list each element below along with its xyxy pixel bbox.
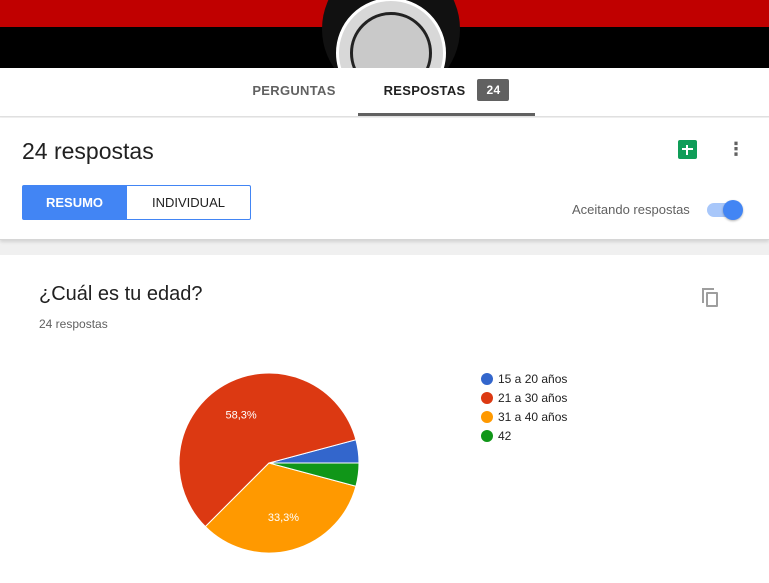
legend-swatch — [481, 430, 493, 442]
question-card: ¿Cuál es tu edad? 24 respostas 58,3% 33,3… — [0, 255, 769, 583]
header-banner — [0, 0, 769, 68]
pie-label-31-a-40-a-os: 33,3% — [268, 512, 299, 524]
resumo-button[interactable]: RESUMO — [22, 185, 127, 220]
age-pie-chart: 58,3% 33,3% — [178, 372, 360, 554]
question-title: ¿Cuál es tu edad? — [39, 283, 203, 305]
responses-summary-panel: 24 respostas ⋮ RESUMO INDIVIDUAL Aceitan… — [0, 118, 769, 240]
tab-perguntas[interactable]: PERGUNTAS — [230, 68, 358, 116]
more-options-icon[interactable]: ⋮ — [726, 138, 746, 160]
accepting-responses-toggle[interactable] — [707, 200, 745, 220]
toggle-knob[interactable] — [723, 200, 743, 220]
legend-label: 21 a 30 años — [498, 391, 568, 405]
sheets-icon[interactable] — [678, 140, 697, 159]
tab-perguntas-label: PERGUNTAS — [252, 83, 336, 98]
pie-label-21-a-30-a-os: 58,3% — [225, 410, 256, 422]
tab-respostas-label: RESPOSTAS — [383, 83, 466, 98]
accepting-responses-label: Aceitando respostas — [572, 202, 690, 217]
legend-swatch — [481, 411, 493, 423]
legend-label: 42 — [498, 429, 512, 443]
respostas-count-badge: 24 — [477, 78, 510, 101]
tab-bar: PERGUNTAS RESPOSTAS 24 — [0, 68, 769, 117]
legend-label: 15 a 20 años — [498, 372, 568, 386]
legend-swatch — [481, 373, 493, 385]
legend-swatch — [481, 392, 493, 404]
copy-chart-icon[interactable] — [702, 288, 720, 308]
individual-button[interactable]: INDIVIDUAL — [126, 185, 251, 220]
responses-title: 24 respostas — [22, 138, 154, 164]
question-response-count: 24 respostas — [39, 317, 108, 331]
tab-respostas[interactable]: RESPOSTAS 24 — [358, 68, 535, 116]
legend-label: 31 a 40 años — [498, 410, 568, 424]
